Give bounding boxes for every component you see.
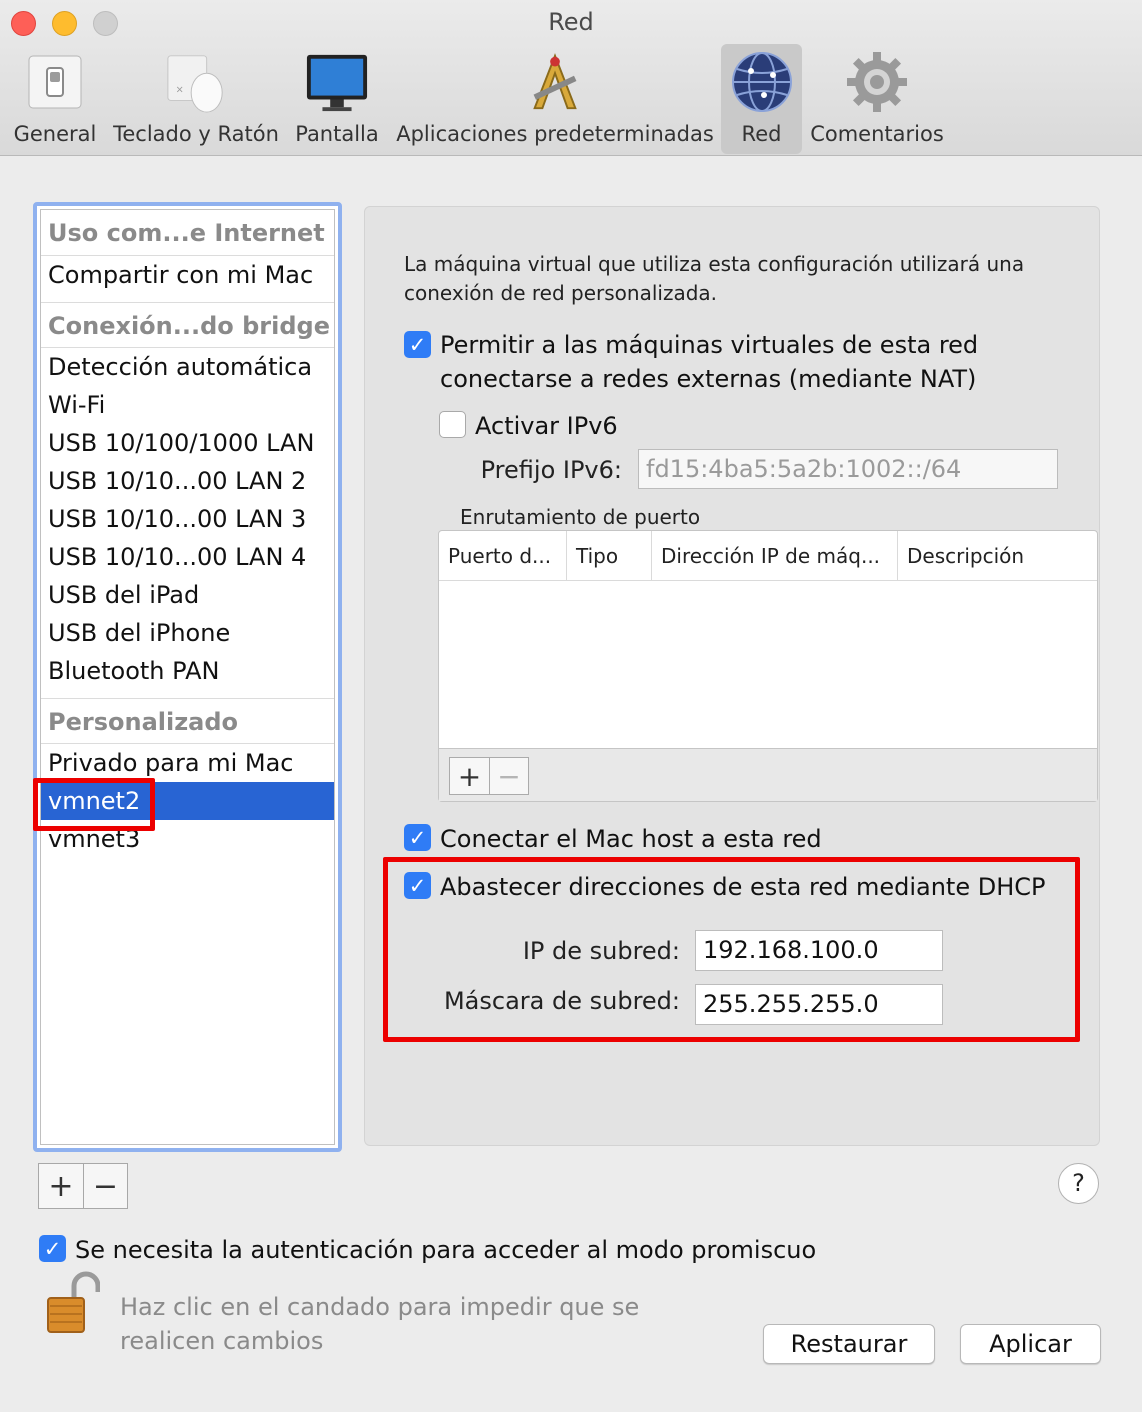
group-header-custom: Personalizado: [41, 698, 334, 744]
network-description: La máquina virtual que utiliza esta conf…: [404, 252, 1025, 305]
toolbar-item-keyboard-mouse[interactable]: × Teclado y Ratón: [110, 44, 282, 154]
subnet-ip-label: IP de subred:: [522, 937, 680, 965]
list-item-wifi[interactable]: Wi-Fi: [41, 386, 334, 424]
list-item-usb-ipad[interactable]: USB del iPad: [41, 576, 334, 614]
remove-port-button[interactable]: −: [489, 758, 528, 794]
ipv6-prefix-label: Prefijo IPv6:: [480, 456, 622, 484]
ipv6-prefix-field[interactable]: fd15:4ba5:5a2b:1002::/64: [638, 449, 1058, 489]
dhcp-checkbox[interactable]: ✓: [404, 872, 431, 899]
subnet-mask-field[interactable]: 255.255.255.0: [695, 984, 943, 1025]
toolbar-item-general[interactable]: General: [8, 44, 102, 154]
port-forwarding-title: Enrutamiento de puerto: [460, 505, 701, 529]
gear-icon: [845, 50, 909, 114]
checkmark-icon: ✓: [43, 1236, 62, 1261]
display-icon: [305, 50, 369, 114]
list-item-usb-lan-4[interactable]: USB 10/10...00 LAN 4: [41, 538, 334, 576]
lock-icon[interactable]: [44, 1270, 101, 1336]
network-list: Uso com...e Internet Compartir con mi Ma…: [33, 202, 342, 1152]
toolbar-item-network[interactable]: Red: [721, 44, 802, 154]
port-forwarding-rows[interactable]: [439, 581, 1097, 749]
toolbar-item-display[interactable]: Pantalla: [293, 44, 381, 154]
dhcp-label: Abastecer direcciones de esta red median…: [440, 873, 1046, 901]
add-port-button[interactable]: +: [450, 758, 489, 794]
restore-button[interactable]: Restaurar: [763, 1324, 935, 1364]
promiscuous-auth-checkbox[interactable]: ✓: [39, 1235, 66, 1262]
group-header-bridged: Conexión...do bridge: [41, 302, 334, 348]
list-item-bluetooth-pan[interactable]: Bluetooth PAN: [41, 652, 334, 690]
list-item-share-with-mac[interactable]: Compartir con mi Mac: [41, 256, 334, 294]
svg-text:×: ×: [176, 85, 184, 96]
column-header-type[interactable]: Tipo: [566, 531, 651, 580]
toolbar-item-feedback[interactable]: Comentarios: [808, 44, 946, 154]
applications-icon: [523, 50, 587, 114]
list-item-usb-lan-3[interactable]: USB 10/10...00 LAN 3: [41, 500, 334, 538]
list-item-vmnet3[interactable]: vmnet3: [41, 820, 334, 858]
add-network-button[interactable]: +: [39, 1164, 83, 1208]
window-toolbar: Red General × Teclado y Ratón Pantalla A…: [0, 0, 1142, 156]
apply-button[interactable]: Aplicar: [960, 1324, 1101, 1364]
window-title: Red: [548, 8, 594, 36]
nat-label-line1: Permitir a las máquinas virtuales de est…: [440, 331, 979, 359]
general-switch-icon: [23, 50, 87, 114]
remove-network-button[interactable]: −: [82, 1164, 127, 1208]
subnet-mask-label: Máscara de subred:: [443, 987, 680, 1015]
toolbar-item-default-applications[interactable]: Aplicaciones predeterminadas: [394, 44, 716, 154]
ipv6-checkbox[interactable]: [439, 411, 466, 438]
column-header-vm-ip[interactable]: Dirección IP de máq...: [651, 531, 897, 580]
network-globe-icon: [730, 50, 794, 114]
column-header-description[interactable]: Descripción: [897, 531, 1097, 580]
group-header-internet-sharing: Uso com...e Internet: [41, 210, 334, 256]
checkmark-icon: ✓: [408, 873, 427, 898]
column-header-port[interactable]: Puerto d...: [439, 531, 566, 580]
lock-hint-text: Haz clic en el candado para impedir que …: [120, 1293, 640, 1355]
nat-label-line2: conectarse a redes externas (mediante NA…: [440, 365, 977, 393]
list-item-vmnet2[interactable]: vmnet2: [41, 782, 334, 820]
mouse-keyboard-icon: ×: [164, 50, 228, 114]
list-item-auto-detect[interactable]: Detección automática: [41, 348, 334, 386]
connect-host-checkbox[interactable]: ✓: [404, 824, 431, 851]
list-item-usb-lan-2[interactable]: USB 10/10...00 LAN 2: [41, 462, 334, 500]
promiscuous-auth-label: Se necesita la autenticación para accede…: [75, 1236, 817, 1264]
port-forwarding-table: Puerto d... Tipo Dirección IP de máq... …: [438, 530, 1098, 802]
checkmark-icon: ✓: [408, 825, 427, 850]
nat-checkbox[interactable]: ✓: [404, 331, 431, 358]
list-item-usb-lan[interactable]: USB 10/100/1000 LAN: [41, 424, 334, 462]
checkmark-icon: ✓: [408, 332, 427, 357]
ipv6-label: Activar IPv6: [475, 412, 618, 440]
list-item-private-mac[interactable]: Privado para mi Mac: [41, 744, 334, 782]
list-add-remove-control: + −: [38, 1163, 128, 1209]
subnet-ip-field[interactable]: 192.168.100.0: [695, 930, 943, 971]
connect-host-label: Conectar el Mac host a esta red: [440, 825, 822, 853]
help-button[interactable]: ?: [1058, 1163, 1099, 1204]
list-item-usb-iphone[interactable]: USB del iPhone: [41, 614, 334, 652]
